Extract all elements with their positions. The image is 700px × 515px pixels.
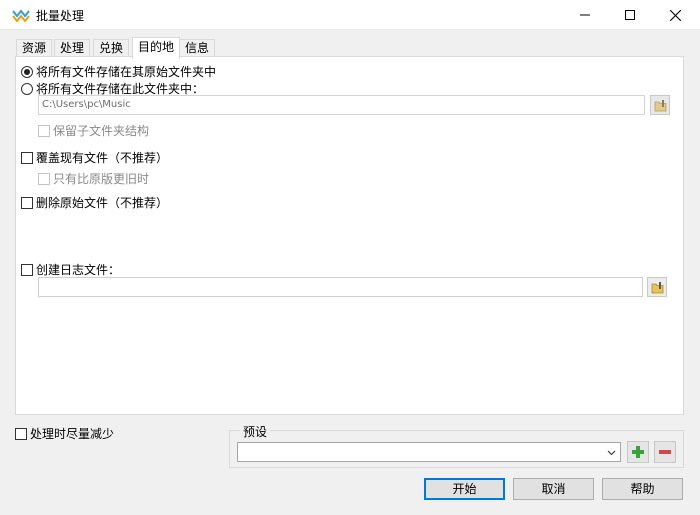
tab-destination[interactable]: 目的地 — [132, 37, 181, 59]
start-button[interactable]: 开始 — [424, 478, 505, 500]
plus-icon — [632, 446, 644, 458]
keep-structure-label: 保留子文件夹结构 — [53, 124, 150, 138]
log-file-input[interactable] — [38, 277, 643, 297]
only-older-checkbox[interactable] — [38, 172, 50, 185]
cancel-button[interactable]: 取消 — [513, 478, 594, 500]
keep-structure-option[interactable]: 保留子文件夹结构 — [38, 122, 149, 139]
keep-structure-checkbox[interactable] — [38, 124, 50, 137]
browse-log-button[interactable] — [647, 277, 667, 297]
save-in-folder-radio[interactable] — [21, 82, 33, 95]
folder-icon — [654, 99, 666, 111]
minus-icon — [659, 450, 671, 454]
overwrite-checkbox[interactable] — [21, 151, 33, 164]
remove-preset-button[interactable] — [654, 441, 676, 463]
close-icon — [669, 9, 681, 21]
save-in-original-radio[interactable] — [21, 65, 33, 78]
maximize-icon — [625, 10, 635, 20]
save-in-original-option[interactable]: 将所有文件存储在其原始文件夹中 — [21, 63, 216, 80]
preset-select[interactable] — [237, 442, 621, 462]
create-log-checkbox[interactable] — [21, 263, 33, 276]
overwrite-option[interactable]: 覆盖现有文件（不推荐） — [21, 149, 168, 166]
title-bar: 批量处理 — [0, 0, 700, 30]
window-title: 批量处理 — [36, 9, 85, 23]
add-preset-button[interactable] — [627, 441, 649, 463]
save-in-original-label: 将所有文件存储在其原始文件夹中 — [36, 65, 217, 79]
chevron-down-icon — [607, 450, 616, 456]
only-older-label: 只有比原版更旧时 — [53, 172, 150, 186]
delete-original-option[interactable]: 删除原始文件（不推荐） — [21, 194, 168, 211]
help-button[interactable]: 帮助 — [602, 478, 683, 500]
browse-destination-button[interactable] — [650, 95, 670, 115]
delete-original-label: 删除原始文件（不推荐） — [36, 196, 169, 210]
minimize-icon — [580, 14, 590, 16]
preset-group-title: 预设 — [240, 423, 271, 440]
maximize-button[interactable] — [607, 0, 653, 30]
create-log-option[interactable]: 创建日志文件： — [21, 261, 120, 278]
only-older-option[interactable]: 只有比原版更旧时 — [38, 170, 149, 187]
create-log-label: 创建日志文件： — [36, 263, 121, 277]
overwrite-label: 覆盖现有文件（不推荐） — [36, 151, 169, 165]
minimize-button[interactable] — [562, 0, 608, 30]
delete-original-checkbox[interactable] — [21, 196, 33, 209]
minimize-while-processing-checkbox[interactable] — [15, 427, 27, 440]
minimize-while-processing-label: 处理时尽量减少 — [30, 427, 115, 441]
destination-folder-input[interactable]: C:\Users\pc\Music — [38, 95, 645, 115]
app-logo-icon — [12, 9, 30, 22]
folder-icon — [651, 281, 663, 293]
close-button[interactable] — [652, 0, 698, 30]
minimize-while-processing-option[interactable]: 处理时尽量减少 — [15, 425, 114, 442]
